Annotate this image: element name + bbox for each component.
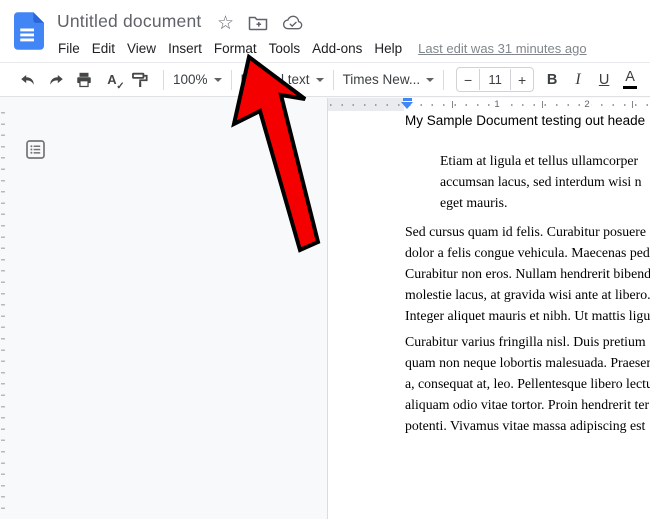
spellcheck-button[interactable]: A✓ <box>100 67 124 93</box>
left-indent-marker[interactable] <box>401 102 413 109</box>
chevron-down-icon <box>316 78 324 82</box>
menu-format[interactable]: Format <box>214 41 257 56</box>
ruler-halfinch-tick <box>632 101 633 108</box>
font-size-value[interactable]: 11 <box>479 69 511 90</box>
menu-insert[interactable]: Insert <box>168 41 202 56</box>
decrease-font-size-button[interactable]: − <box>457 72 479 88</box>
text-color-swatch <box>623 86 637 90</box>
last-edit-link[interactable]: Last edit was 31 minutes ago <box>418 41 586 56</box>
toolbar-separator <box>443 70 444 90</box>
text-line[interactable]: Curabitur non eros. Nullam hendrerit bib… <box>405 263 650 284</box>
text-line[interactable]: eget mauris. <box>440 192 642 213</box>
text-line[interactable]: aliquam odio vitae tortor. Proin hendrer… <box>405 394 650 415</box>
text-line[interactable]: dolor a felis congue vehicula. Maecenas … <box>405 242 650 263</box>
print-button[interactable] <box>72 67 96 93</box>
styles-select[interactable]: Normal text <box>241 72 324 87</box>
paint-format-button[interactable] <box>128 67 152 93</box>
horizontal-ruler[interactable]: 1 2 <box>327 98 650 111</box>
menu-tools[interactable]: Tools <box>269 41 301 56</box>
menu-file[interactable]: File <box>58 41 80 56</box>
text-line[interactable]: quam non neque lobortis malesuada. Praes… <box>405 352 650 373</box>
redo-button[interactable] <box>44 67 68 93</box>
zoom-select[interactable]: 100% <box>173 72 222 87</box>
ruler-halfinch-tick <box>542 101 543 108</box>
undo-button[interactable] <box>16 67 40 93</box>
vertical-ruler <box>1 112 5 519</box>
text-line[interactable]: Etiam at ligula et tellus ullamcorper <box>440 150 642 171</box>
italic-button[interactable]: I <box>565 67 591 93</box>
toolbar-separator <box>163 70 164 90</box>
font-size-control: − 11 + <box>456 67 534 92</box>
increase-font-size-button[interactable]: + <box>511 72 533 88</box>
document-header-text[interactable]: My Sample Document testing out heade <box>405 113 645 128</box>
cloud-saved-icon[interactable] <box>282 15 304 31</box>
menu-view[interactable]: View <box>127 41 156 56</box>
toolbar-separator <box>231 70 232 90</box>
ruler-number: 1 <box>492 98 501 111</box>
show-document-outline-button[interactable] <box>22 136 48 162</box>
bold-button[interactable]: B <box>539 67 565 93</box>
text-color-button[interactable]: A <box>617 67 643 93</box>
text-line[interactable]: accumsan lacus, sed interdum wisi n <box>440 171 642 192</box>
menu-help[interactable]: Help <box>374 41 402 56</box>
app-header: Untitled document ☆ File Edit View Inser… <box>0 0 650 62</box>
font-select[interactable]: Times New... <box>343 72 435 87</box>
paragraph-2[interactable]: Sed cursus quam id felis. Curabitur posu… <box>405 221 650 326</box>
ruler-number: 2 <box>582 98 591 111</box>
menu-bar: File Edit View Insert Format Tools Add-o… <box>58 38 587 58</box>
ruler-ticks <box>330 104 650 106</box>
underline-button[interactable]: U <box>591 67 617 93</box>
move-to-folder-icon[interactable] <box>248 15 268 31</box>
spellcheck-icon: A✓ <box>107 72 116 87</box>
text-line[interactable]: molestie lacus, at gravida wisi ante at … <box>405 284 650 305</box>
google-docs-logo-icon[interactable] <box>14 12 44 50</box>
first-line-indent-marker[interactable] <box>403 98 412 101</box>
chevron-down-icon <box>426 78 434 82</box>
menu-addons[interactable]: Add-ons <box>312 41 362 56</box>
text-line[interactable]: potenti. Vivamus vitae massa adipiscing … <box>405 415 650 436</box>
paragraph-1[interactable]: Etiam at ligula et tellus ullamcorper ac… <box>440 150 642 213</box>
paragraph-3[interactable]: Curabitur varius fringilla nisl. Duis pr… <box>405 331 650 436</box>
text-line[interactable]: a, consequat at, leo. Pellentesque liber… <box>405 373 650 394</box>
text-line[interactable]: Curabitur varius fringilla nisl. Duis pr… <box>405 331 650 352</box>
toolbar-separator <box>333 70 334 90</box>
title-action-icons: ☆ <box>217 11 304 35</box>
text-line[interactable]: Integer aliquet mauris et nibh. Ut matti… <box>405 305 650 326</box>
outline-icon <box>26 140 45 159</box>
menu-edit[interactable]: Edit <box>92 41 115 56</box>
text-line[interactable]: Sed cursus quam id felis. Curabitur posu… <box>405 221 650 242</box>
highlight-color-button[interactable] <box>643 67 650 93</box>
document-title[interactable]: Untitled document <box>57 11 201 32</box>
star-icon[interactable]: ☆ <box>217 14 234 33</box>
chevron-down-icon <box>214 78 222 82</box>
ruler-halfinch-tick <box>452 101 453 108</box>
toolbar: A✓ 100% Normal text Times New... − 11 + … <box>0 62 650 97</box>
indent-marker[interactable] <box>401 98 413 110</box>
